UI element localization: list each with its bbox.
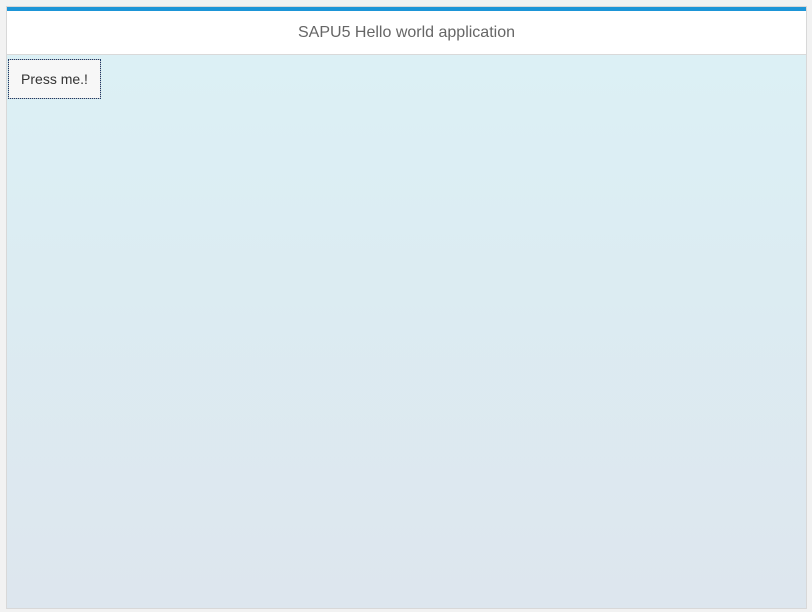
press-me-button[interactable]: Press me.! bbox=[8, 59, 101, 99]
page-content: Press me.! bbox=[7, 55, 806, 608]
page-header: SAPU5 Hello world application bbox=[7, 11, 806, 55]
page-title: SAPU5 Hello world application bbox=[298, 23, 515, 41]
app-shell: SAPU5 Hello world application Press me.! bbox=[6, 6, 807, 609]
